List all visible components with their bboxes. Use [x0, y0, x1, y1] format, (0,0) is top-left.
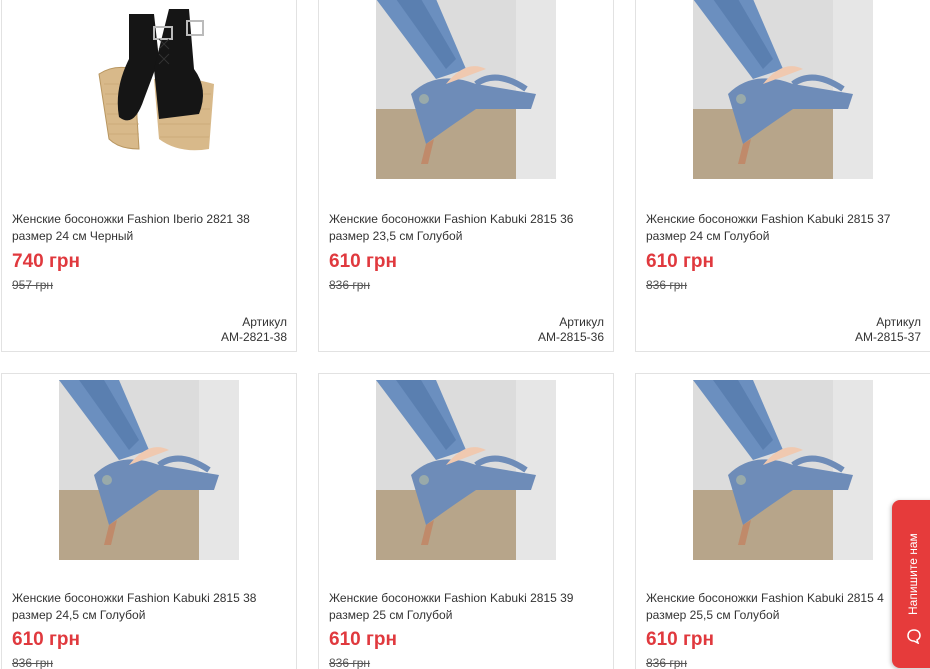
- product-image[interactable]: [376, 0, 556, 179]
- product-card[interactable]: Женские босоножки Fashion Iberio 2821 38…: [1, 0, 297, 352]
- product-title[interactable]: Женские босоножки Fashion Kabuki 2815 36…: [329, 211, 605, 245]
- sku-value: AM-2815-36: [537, 330, 604, 344]
- chat-widget-tab[interactable]: Напишите нам: [892, 500, 930, 668]
- product-image[interactable]: [59, 380, 239, 560]
- product-sku: Артикул AM-2815-37: [855, 315, 921, 345]
- sku-label: Артикул: [876, 315, 921, 329]
- product-old-price: 836 грн: [12, 656, 54, 669]
- product-price: 610 грн: [646, 629, 714, 650]
- product-card[interactable]: Женские босоножки Fashion Kabuki 2815 4 …: [635, 373, 930, 669]
- product-title[interactable]: Женские босоножки Fashion Kabuki 2815 39…: [329, 590, 605, 624]
- product-image[interactable]: [59, 0, 239, 179]
- sku-label: Артикул: [242, 315, 287, 329]
- product-title[interactable]: Женские босоножки Fashion Iberio 2821 38…: [12, 211, 288, 245]
- product-old-price: 957 грн: [12, 278, 54, 292]
- product-title[interactable]: Женские босоножки Fashion Kabuki 2815 4 …: [646, 590, 922, 624]
- product-card[interactable]: Женские босоножки Fashion Kabuki 2815 38…: [1, 373, 297, 669]
- product-price: 610 грн: [646, 251, 714, 272]
- product-old-price: 836 грн: [646, 656, 688, 669]
- sku-value: AM-2821-38: [220, 330, 287, 344]
- product-sku: Артикул AM-2821-38: [221, 315, 287, 345]
- product-grid: Женские босоножки Fashion Iberio 2821 38…: [0, 0, 930, 669]
- product-card[interactable]: Женские босоножки Fashion Kabuki 2815 37…: [635, 0, 930, 352]
- sku-value: AM-2815-37: [854, 330, 921, 344]
- product-title[interactable]: Женские босоножки Fashion Kabuki 2815 37…: [646, 211, 922, 245]
- product-price: 740 грн: [12, 251, 80, 272]
- product-image[interactable]: [693, 0, 873, 179]
- product-card[interactable]: Женские босоножки Fashion Kabuki 2815 39…: [318, 373, 614, 669]
- sku-label: Артикул: [559, 315, 604, 329]
- chat-widget-label[interactable]: Напишите нам: [902, 514, 924, 634]
- product-old-price: 836 грн: [329, 278, 371, 292]
- product-price: 610 грн: [329, 629, 397, 650]
- product-image[interactable]: [376, 380, 556, 560]
- product-old-price: 836 грн: [646, 278, 688, 292]
- product-image[interactable]: [693, 380, 873, 560]
- product-old-price: 836 грн: [329, 656, 371, 669]
- product-sku: Артикул AM-2815-36: [538, 315, 604, 345]
- chat-bubble-icon: [907, 629, 921, 644]
- product-price: 610 грн: [329, 251, 397, 272]
- product-card[interactable]: Женские босоножки Fashion Kabuki 2815 36…: [318, 0, 614, 352]
- product-title[interactable]: Женские босоножки Fashion Kabuki 2815 38…: [12, 590, 288, 624]
- product-price: 610 грн: [12, 629, 80, 650]
